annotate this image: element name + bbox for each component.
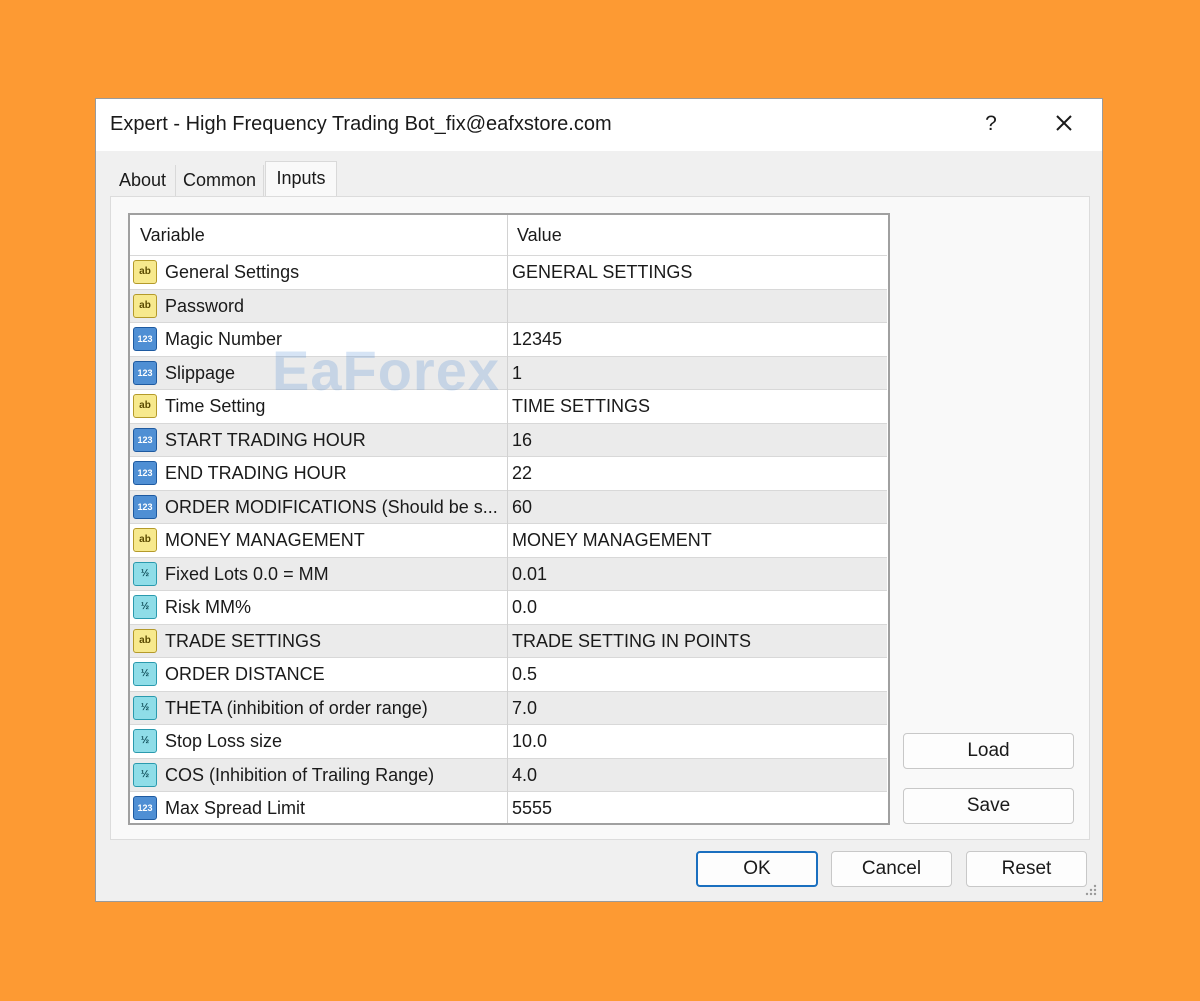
variable-value[interactable]: 5555 [512,792,552,824]
table-row[interactable]: ½ Risk MM% 0.0 [130,590,887,623]
variable-value[interactable]: 16 [512,424,532,456]
variable-name: TRADE SETTINGS [165,630,322,651]
double-type-icon: ½ [133,729,157,753]
variable-value[interactable]: TRADE SETTING IN POINTS [512,625,751,657]
variable-name: ORDER DISTANCE [165,664,325,684]
table-row[interactable]: ab TRADE SETTINGS TRADE SETTING IN POINTS [130,623,887,657]
grid-header: Variable Value [130,215,888,255]
variable-name: Stop Loss size [165,731,283,751]
string-type-icon: ab [133,260,157,284]
variable-name: THETA (inhibition of order range) [165,697,428,718]
string-type-icon: ab [133,528,157,552]
reset-button[interactable]: Reset [966,851,1087,887]
save-button[interactable]: Save [903,788,1074,824]
variable-name: Risk MM% [165,597,251,617]
close-icon [1056,115,1072,131]
variable-name: General Settings [165,262,300,282]
integer-type-icon: 123 [133,494,157,519]
double-type-icon: ½ [133,561,157,586]
variable-name: COS (Inhibition of Trailing Range) [165,764,435,785]
variable-name: START TRADING HOUR [165,429,366,450]
variable-name: MONEY MANAGEMENT [165,530,365,550]
variable-value[interactable]: 0.01 [512,558,547,590]
integer-type-icon: 123 [133,327,157,351]
table-row[interactable]: 123 Magic Number 12345 [130,322,887,355]
table-row[interactable]: ab MONEY MANAGEMENT MONEY MANAGEMENT [130,523,887,556]
string-type-icon: ab [133,394,157,418]
table-row[interactable]: 123 START TRADING HOUR 16 [130,422,887,456]
tab-common[interactable]: Common [176,165,264,197]
table-row[interactable]: 123 ORDER MODIFICATIONS (Should be s... 60 [130,489,887,523]
table-row[interactable]: ½ ORDER DISTANCE 0.5 [130,657,887,690]
column-divider [507,215,508,823]
eaforex-watermark-logo: EaForex [272,339,500,402]
variable-value[interactable]: 0.5 [512,658,537,690]
double-type-icon: ½ [133,762,157,787]
load-button[interactable]: Load [903,733,1074,769]
help-button[interactable]: ? [976,109,1006,139]
string-type-icon: ab [133,293,157,318]
ok-button[interactable]: OK [696,851,818,887]
double-type-icon: ½ [133,595,157,619]
variable-value[interactable]: GENERAL SETTINGS [512,256,692,288]
variable-value[interactable]: 12345 [512,323,562,355]
variable-value[interactable]: 60 [512,491,532,523]
table-row[interactable]: ½ COS (Inhibition of Trailing Range) 4.0 [130,757,887,791]
resize-grip-icon[interactable] [1084,883,1098,897]
double-type-icon: ½ [133,662,157,686]
variable-name: ORDER MODIFICATIONS (Should be s... [165,496,498,517]
variable-value[interactable]: 1 [512,357,522,389]
integer-type-icon: 123 [133,360,157,385]
table-row[interactable]: 123 END TRADING HOUR 22 [130,456,887,489]
close-button[interactable] [1049,109,1079,139]
variable-value[interactable]: 0.0 [512,591,537,623]
header-variable[interactable]: Variable [140,215,205,255]
window-title: Expert - High Frequency Trading Bot_fix@… [110,113,612,135]
inputs-grid[interactable]: Variable Value ab General Settings GENERAL… [128,213,890,825]
expert-properties-dialog: Expert - High Frequency Trading Bot_fix@… [95,98,1103,902]
header-value[interactable]: Value [517,215,562,255]
variable-value[interactable]: TIME SETTINGS [512,390,650,422]
variable-value[interactable]: 7.0 [512,692,537,724]
integer-type-icon: 123 [133,427,157,452]
tab-about[interactable]: About [110,165,176,197]
integer-type-icon: 123 [133,796,157,820]
variable-name: Password [165,295,245,316]
inputs-panel: Variable Value ab General Settings GENERAL… [110,196,1090,840]
table-row[interactable]: ab General Settings GENERAL SETTINGS [130,255,887,288]
variable-value[interactable]: MONEY MANAGEMENT [512,524,712,556]
table-row[interactable]: ½ Stop Loss size 10.0 [130,724,887,757]
variable-value[interactable]: 4.0 [512,759,537,791]
variable-name: Fixed Lots 0.0 = MM [165,563,329,584]
table-row[interactable]: ½ Fixed Lots 0.0 = MM 0.01 [130,556,887,590]
table-row[interactable]: ab Password [130,288,887,322]
double-type-icon: ½ [133,695,157,720]
table-row[interactable]: ab Time Setting TIME SETTINGS [130,389,887,422]
table-row[interactable]: 123 Slippage 1 [130,355,887,389]
table-row[interactable]: ½ THETA (inhibition of order range) 7.0 [130,690,887,724]
cancel-button[interactable]: Cancel [831,851,952,887]
integer-type-icon: 123 [133,461,157,485]
variable-name: Max Spread Limit [165,798,306,818]
variable-value[interactable]: 10.0 [512,725,547,757]
string-type-icon: ab [133,628,157,653]
title-bar[interactable]: Expert - High Frequency Trading Bot_fix@… [96,99,1102,151]
table-row[interactable]: 123 Max Spread Limit 5555 [130,791,887,824]
variable-value[interactable]: 22 [512,457,532,489]
variable-name: END TRADING HOUR [165,463,347,483]
tab-inputs[interactable]: Inputs [265,161,337,198]
